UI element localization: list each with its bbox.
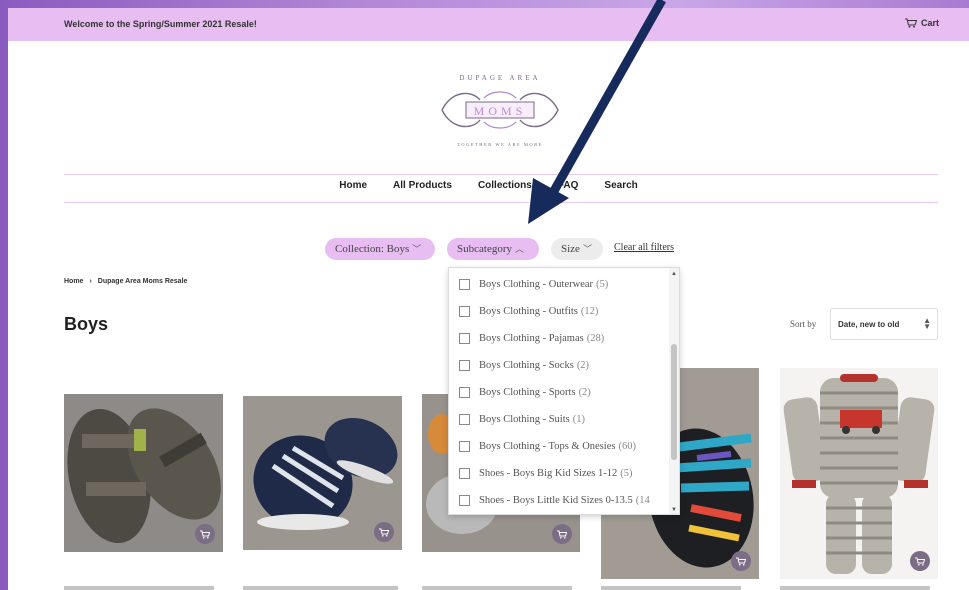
product-title-cropped <box>64 586 214 590</box>
select-arrows-icon: ▲ ▼ <box>923 316 931 331</box>
product-title-cropped <box>422 586 572 590</box>
subcategory-option[interactable]: Boys Clothing - Pajamas (28) <box>459 329 604 347</box>
breadcrumb: Home › Dupage Area Moms Resale <box>64 278 187 285</box>
subcategory-option[interactable]: Boys Clothing - Suits (1) <box>459 410 585 428</box>
filter-size-label: Size <box>561 243 580 255</box>
scrollbar-thumb[interactable] <box>671 344 677 460</box>
option-label: Boys Clothing - Socks <box>479 359 574 371</box>
checkbox[interactable] <box>459 467 470 479</box>
option-label: Boys Clothing - Sports <box>479 386 576 398</box>
subcategory-dropdown: Boys Clothing - Outerwear (5) Boys Clothi… <box>448 267 680 515</box>
subcategory-option[interactable]: Boys Clothing - Sports (2) <box>459 383 591 401</box>
nav-search[interactable]: Search <box>604 180 637 200</box>
nav-collections[interactable]: Collections <box>478 180 532 200</box>
chevron-down-icon: ﹀ <box>582 244 592 254</box>
subcategory-option[interactable]: Shoes - Boys Big Kid Sizes 1-12 (5) <box>459 464 633 482</box>
quick-add-button[interactable] <box>910 551 930 571</box>
product-card-image[interactable] <box>243 396 402 550</box>
subcategory-option[interactable]: Boys Clothing - Outfits (12) <box>459 302 598 320</box>
breadcrumb-current[interactable]: Dupage Area Moms Resale <box>98 278 188 285</box>
scroll-down-icon[interactable]: ▼ <box>671 507 677 513</box>
logo-top-text: DUPAGE AREA <box>459 74 540 82</box>
product-card-image[interactable] <box>64 394 223 552</box>
logo-main-text: MOMS <box>474 104 527 118</box>
option-count: (1) <box>572 413 585 425</box>
checkbox[interactable] <box>459 494 470 506</box>
cart-link[interactable]: Cart <box>904 18 939 28</box>
nav-faq[interactable]: FAQ <box>558 180 579 200</box>
product-card-image[interactable] <box>780 368 938 579</box>
option-label: Boys Clothing - Outerwear <box>479 278 594 290</box>
quick-add-button[interactable] <box>195 524 215 544</box>
filter-collection-pill[interactable]: Collection: Boys ﹀ <box>325 238 435 260</box>
quick-add-button[interactable] <box>374 522 394 542</box>
cart-label: Cart <box>920 18 939 28</box>
filter-subcategory-label: Subcategory <box>457 243 512 255</box>
filter-collection-label: Collection: Boys <box>335 243 410 255</box>
cart-plus-icon <box>557 530 567 539</box>
store-logo[interactable]: DUPAGE AREA MOMS TOGETHER WE ARE MORE <box>432 60 568 160</box>
filter-size-pill[interactable]: Size ﹀ <box>551 238 603 260</box>
cart-plus-icon <box>736 557 746 566</box>
option-count: (60) <box>618 440 636 452</box>
option-count: (14 <box>635 494 650 506</box>
subcategory-option[interactable]: Shoes - Boys Little Kid Sizes 0-13.5 (14 <box>459 491 650 509</box>
cart-plus-icon <box>200 530 210 539</box>
product-title-cropped <box>601 586 741 590</box>
cart-icon <box>904 18 917 28</box>
chevron-up-icon: ︿ <box>514 244 524 254</box>
option-count: (28) <box>586 332 605 344</box>
main-nav: Home All Products Collections FAQ Search <box>8 180 969 200</box>
checkbox[interactable] <box>459 278 470 290</box>
checkbox[interactable] <box>459 359 470 371</box>
nav-divider-bottom <box>64 202 938 203</box>
cart-plus-icon <box>379 528 389 537</box>
option-count: (12) <box>580 305 599 317</box>
page: Welcome to the Spring/Summer 2021 Resale… <box>8 8 969 590</box>
subcategory-option[interactable]: Boys Clothing - Socks (2) <box>459 356 589 374</box>
checkbox[interactable] <box>459 332 470 344</box>
checkbox[interactable] <box>459 386 470 398</box>
nav-home[interactable]: Home <box>339 180 367 200</box>
product-title-cropped <box>780 586 930 590</box>
option-label: Boys Clothing - Suits <box>479 413 570 425</box>
option-count: (2) <box>578 386 591 398</box>
breadcrumb-separator: › <box>89 278 92 285</box>
scroll-up-icon[interactable]: ▲ <box>671 271 677 277</box>
sort-by-label: Sort by <box>790 319 817 329</box>
announcement-text: Welcome to the Spring/Summer 2021 Resale… <box>64 19 257 29</box>
announcement-bar: Welcome to the Spring/Summer 2021 Resale… <box>8 8 969 41</box>
option-count: (5) <box>620 467 633 479</box>
sort-by-value: Date, new to old <box>838 320 900 329</box>
option-label: Boys Clothing - Outfits <box>479 305 578 317</box>
checkbox[interactable] <box>459 413 470 425</box>
subcategory-option[interactable]: Boys Clothing - Outerwear (5) <box>459 275 608 293</box>
sort-by-select[interactable]: Date, new to old ▲ ▼ <box>830 308 938 340</box>
nav-divider-top <box>64 174 938 175</box>
clear-filters-link[interactable]: Clear all filters <box>614 242 674 253</box>
logo-bottom-text: TOGETHER WE ARE MORE <box>457 142 543 147</box>
breadcrumb-home[interactable]: Home <box>64 278 83 285</box>
quick-add-button[interactable] <box>552 524 572 544</box>
quick-add-button[interactable] <box>731 551 751 571</box>
checkbox[interactable] <box>459 440 470 452</box>
option-count: (2) <box>576 359 590 371</box>
chevron-down-icon: ﹀ <box>412 244 422 254</box>
checkbox[interactable] <box>459 305 470 317</box>
filter-subcategory-pill[interactable]: Subcategory ︿ <box>447 238 539 260</box>
option-count: (5) <box>596 278 609 290</box>
subcategory-option[interactable]: Boys Clothing - Tops & Onesies (60) <box>459 437 636 455</box>
dropdown-scrollbar[interactable]: ▲ ▼ <box>669 268 679 514</box>
page-title: Boys <box>64 314 109 334</box>
cart-plus-icon <box>915 557 925 566</box>
option-label: Boys Clothing - Tops & Onesies <box>479 440 616 452</box>
option-label: Shoes - Boys Big Kid Sizes 1-12 <box>479 467 618 479</box>
option-label: Boys Clothing - Pajamas <box>479 332 584 344</box>
product-title-cropped <box>243 586 398 590</box>
option-label: Shoes - Boys Little Kid Sizes 0-13.5 <box>479 494 633 506</box>
nav-all-products[interactable]: All Products <box>393 180 452 200</box>
product-image <box>780 368 938 579</box>
